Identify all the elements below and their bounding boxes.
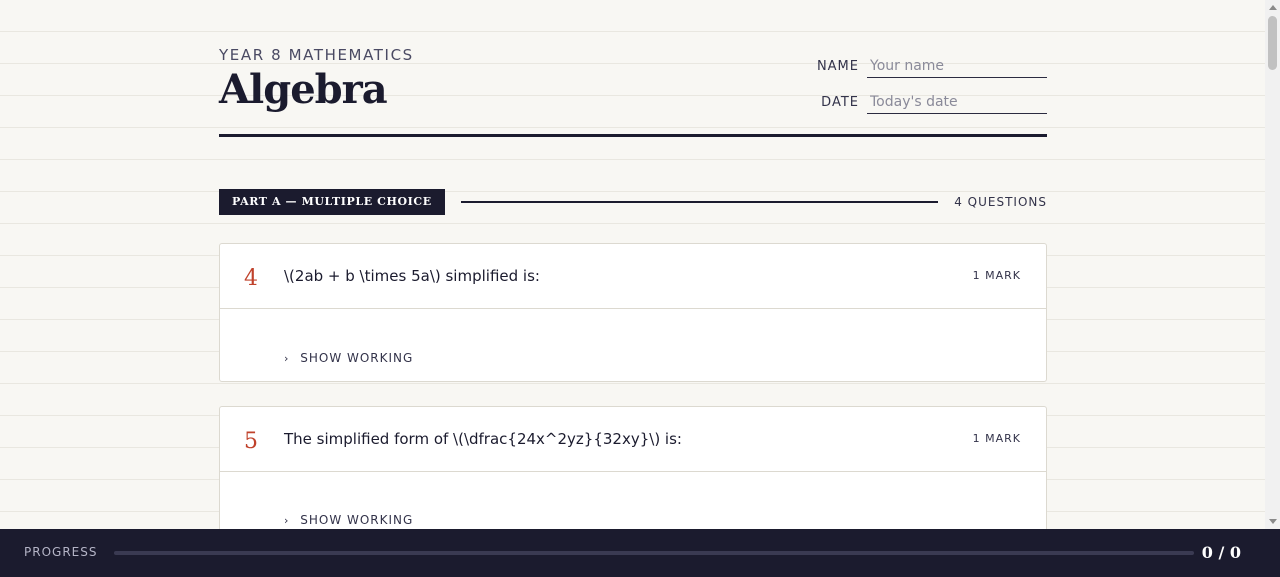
- chevron-right-icon: ›: [284, 514, 290, 527]
- arrow-up-icon[interactable]: [1269, 5, 1277, 10]
- question-header: 5 The simplified form of \(\dfrac{24x^2y…: [220, 407, 1046, 472]
- subject-label: YEAR 8 MATHEMATICS: [219, 46, 414, 64]
- name-field-row: NAME: [809, 54, 1047, 78]
- date-field-row: DATE: [809, 90, 1047, 114]
- show-working-label: SHOW WORKING: [300, 513, 414, 527]
- show-working-toggle[interactable]: › SHOW WORKING: [284, 351, 413, 365]
- progress-footer: PROGRESS 0 / 0: [0, 529, 1280, 577]
- date-input[interactable]: [867, 90, 1047, 114]
- question-marks: 1 MARK: [972, 432, 1021, 445]
- worksheet-header: YEAR 8 MATHEMATICS Algebra NAME DATE: [219, 0, 1047, 137]
- chevron-right-icon: ›: [284, 352, 290, 365]
- section-header: PART A — MULTIPLE CHOICE 4 QUESTIONS: [219, 189, 1047, 215]
- date-label: DATE: [821, 94, 859, 110]
- section-divider: [460, 201, 939, 203]
- arrow-down-icon[interactable]: [1269, 519, 1277, 524]
- show-working-toggle[interactable]: › SHOW WORKING: [284, 513, 413, 527]
- question-card: 4 \(2ab + b \times 5a\) simplified is: 1…: [219, 243, 1047, 382]
- worksheet: YEAR 8 MATHEMATICS Algebra NAME DATE PAR…: [219, 0, 1047, 568]
- question-number: 4: [244, 266, 258, 291]
- question-text: \(2ab + b \times 5a\) simplified is:: [284, 267, 540, 285]
- question-marks: 1 MARK: [972, 269, 1021, 282]
- name-label: NAME: [816, 58, 859, 74]
- progress-label: PROGRESS: [24, 545, 98, 559]
- progress-count: 0 / 0: [1201, 543, 1241, 562]
- progress-track: [114, 551, 1194, 555]
- page-scrollbar[interactable]: [1265, 0, 1280, 529]
- section-badge: PART A — MULTIPLE CHOICE: [219, 189, 445, 215]
- question-number: 5: [244, 429, 258, 454]
- question-count: 4 QUESTIONS: [954, 195, 1047, 209]
- page-title: Algebra: [219, 66, 388, 113]
- show-working-label: SHOW WORKING: [300, 351, 414, 365]
- question-text: The simplified form of \(\dfrac{24x^2yz}…: [284, 430, 682, 448]
- question-header: 4 \(2ab + b \times 5a\) simplified is: 1…: [220, 244, 1046, 309]
- scrollbar-thumb[interactable]: [1268, 16, 1277, 70]
- name-input[interactable]: [867, 54, 1047, 78]
